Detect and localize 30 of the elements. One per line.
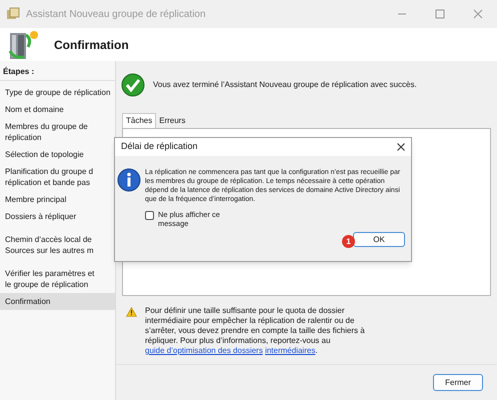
guide-link[interactable]: guide d’optimisation des dossiers [145, 346, 263, 355]
step-item[interactable]: Confirmation [0, 293, 115, 310]
tab[interactable]: Tâches [122, 113, 156, 128]
window-title: Assistant Nouveau groupe de réplication [26, 8, 207, 22]
step-item[interactable]: Chemin d’accès local de Sources sur les autres m [0, 231, 115, 259]
page-title: Confirmation [54, 36, 129, 54]
step-item[interactable]: Type de groupe de réplication [0, 84, 115, 101]
dialog-title: Délai de réplication [121, 140, 198, 154]
success-check-icon [121, 73, 145, 97]
app-icon [6, 7, 20, 21]
close-icon[interactable] [397, 143, 405, 151]
step-item[interactable]: Vérifier les paramètres et le groupe de réplication [0, 265, 115, 293]
server-sync-icon [6, 28, 40, 60]
warning-icon [126, 307, 137, 317]
step-item[interactable]: Membre principal [0, 191, 115, 208]
guide-link[interactable]: intermédiaires [265, 346, 316, 355]
maximize-icon[interactable] [435, 9, 445, 19]
steps-heading: Étapes : [0, 64, 115, 81]
warning-text: Pour définir une taille suffisante pour le quota de dossier intermédiaire pour empêcher la réplication de ralentir ou de s’arrêter, vous devez prendre en compte la taille des fichiers à répliquer. Pour plus d’informations, reportez-vous au guide d’optimisation des dossiers intermédiaires. [145, 306, 366, 356]
success-message: Vous avez terminé l’Assistant Nouveau groupe de réplication avec succès. [153, 79, 417, 91]
step-item[interactable]: Sélection de topologie [0, 146, 115, 163]
close-button[interactable]: Fermer [433, 374, 483, 391]
tab[interactable]: Erreurs [156, 113, 188, 128]
step-item[interactable]: Nom et domaine [0, 101, 115, 118]
step-item[interactable]: Membres du groupe de réplication [0, 118, 115, 146]
step-item[interactable]: Dossiers à répliquer [0, 208, 115, 225]
info-icon [117, 168, 141, 192]
checkbox[interactable] [145, 211, 154, 220]
ok-button[interactable]: OK [353, 232, 405, 247]
step-item[interactable]: Planification du groupe d réplication et bande pas [0, 163, 115, 191]
